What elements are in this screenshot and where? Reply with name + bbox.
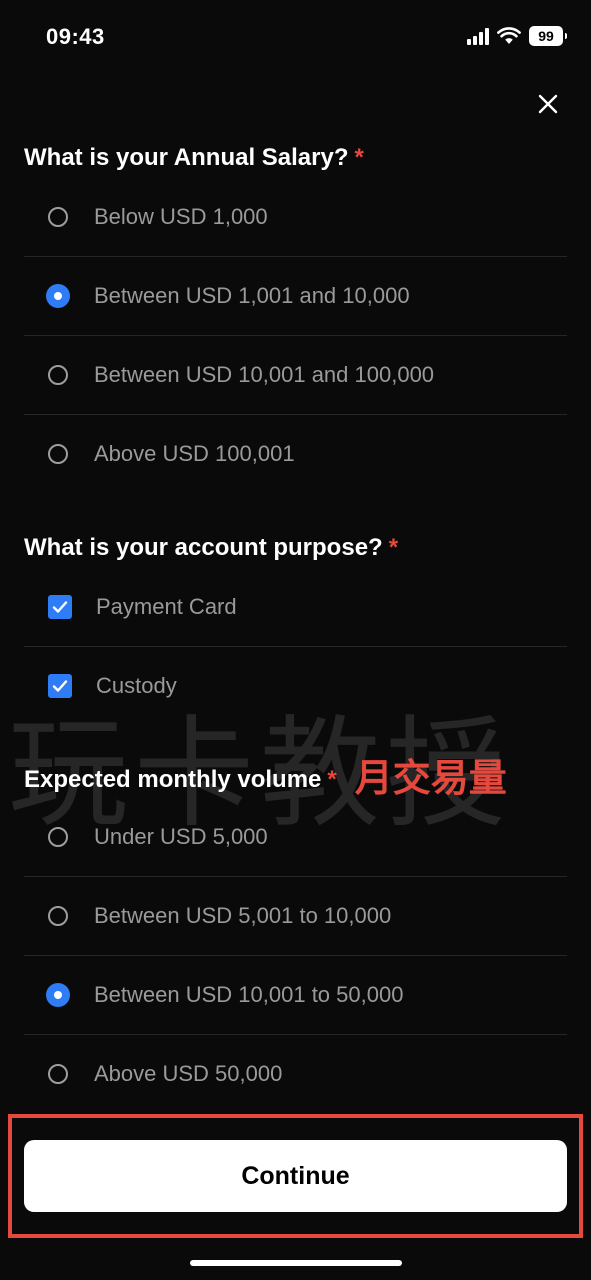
checkbox-checked[interactable] (48, 595, 72, 619)
radio-unchecked[interactable] (48, 827, 68, 847)
option-label: Payment Card (96, 594, 237, 619)
annual-salary-section: What is your Annual Salary? * Below USD 1… (24, 138, 567, 493)
volume-option-5001-10000[interactable]: Between USD 5,001 to 10,000 (24, 877, 567, 956)
salary-option-above-100001[interactable]: Above USD 100,001 (24, 415, 567, 493)
salary-option-below-1000[interactable]: Below USD 1,000 (24, 178, 567, 257)
option-label: Above USD 50,000 (94, 1061, 283, 1086)
volume-option-above-50000[interactable]: Above USD 50,000 (24, 1035, 567, 1113)
salary-option-10001-100000[interactable]: Between USD 10,001 and 100,000 (24, 336, 567, 415)
annual-salary-question: What is your Annual Salary? * (24, 144, 364, 171)
status-time: 09:43 (46, 24, 105, 49)
salary-option-1001-10000[interactable]: Between USD 1,001 and 10,000 (24, 257, 567, 336)
continue-button[interactable]: Continue (24, 1140, 567, 1212)
status-icons: 99 (467, 26, 567, 46)
checkbox-checked[interactable] (48, 674, 72, 698)
option-label: Between USD 1,001 and 10,000 (94, 283, 410, 308)
radio-unchecked[interactable] (48, 1064, 68, 1084)
required-mark: * (327, 766, 337, 793)
required-mark: * (354, 144, 364, 171)
radio-unchecked[interactable] (48, 906, 68, 926)
account-purpose-section: What is your account purpose? * Payment C… (24, 528, 567, 725)
volume-option-under-5000[interactable]: Under USD 5,000 (24, 798, 567, 877)
monthly-volume-section: Expected monthly volume * 月交易量 Under USD 5… (24, 758, 567, 1113)
wifi-icon (497, 27, 521, 44)
account-purpose-options: Payment Card Custody (24, 568, 567, 725)
option-label: Between USD 10,001 to 50,000 (94, 982, 404, 1007)
option-label: Below USD 1,000 (94, 204, 268, 229)
close-icon (538, 94, 558, 114)
close-button[interactable] (530, 86, 566, 122)
option-label: Between USD 10,001 and 100,000 (94, 362, 435, 387)
required-mark: * (388, 534, 399, 561)
option-label: Between USD 5,001 to 10,000 (94, 903, 392, 928)
checkmark-icon (52, 680, 68, 692)
purpose-option-payment-card[interactable]: Payment Card (24, 568, 567, 647)
account-purpose-question: What is your account purpose? * (24, 534, 399, 561)
option-label: Above USD 100,001 (94, 441, 295, 466)
purpose-option-custody[interactable]: Custody (24, 647, 567, 725)
battery-icon: 99 (529, 26, 567, 46)
radio-checked[interactable] (46, 284, 70, 308)
volume-option-10001-50000[interactable]: Between USD 10,001 to 50,000 (24, 956, 567, 1035)
home-indicator (190, 1260, 402, 1266)
annotation-label: 月交易量 (354, 756, 507, 800)
radio-unchecked[interactable] (48, 365, 68, 385)
option-label: Custody (96, 673, 177, 698)
checkmark-icon (52, 601, 68, 613)
annual-salary-options: Below USD 1,000 Between USD 1,001 and 10… (24, 178, 567, 493)
monthly-volume-question: Expected monthly volume * 月交易量 (24, 756, 507, 800)
cellular-signal-icon (467, 27, 489, 45)
radio-unchecked[interactable] (48, 207, 68, 227)
monthly-volume-options: Under USD 5,000 Between USD 5,001 to 10,… (24, 798, 567, 1113)
status-bar: 09:43 99 (0, 0, 591, 76)
radio-checked[interactable] (46, 983, 70, 1007)
option-label: Under USD 5,000 (94, 824, 268, 849)
radio-unchecked[interactable] (48, 444, 68, 464)
